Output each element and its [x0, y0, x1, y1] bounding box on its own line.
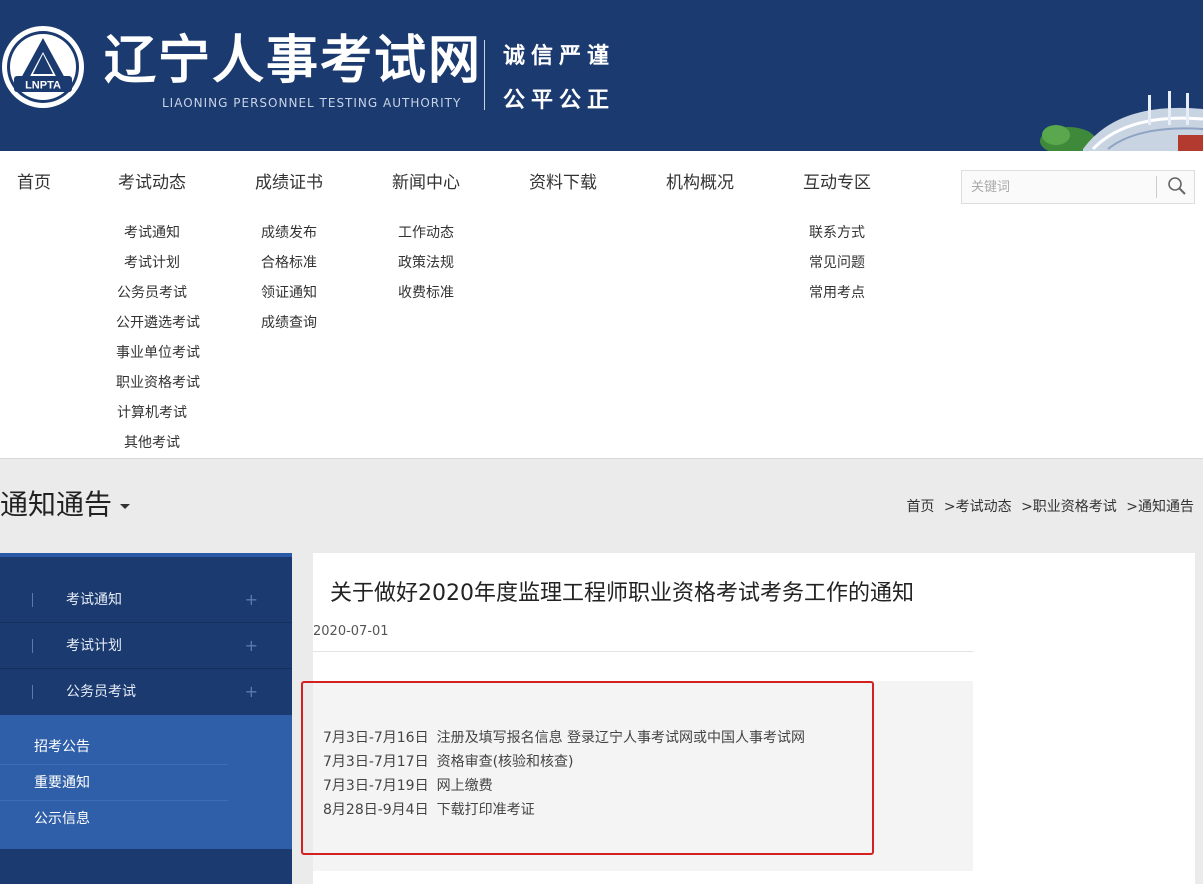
plus-icon[interactable]: +: [245, 623, 258, 669]
schedule-date: 7月3日-7月19日: [323, 778, 429, 794]
schedule-desc: 资格审查(核验和核查): [436, 754, 574, 770]
sidebar-item-civil-servant[interactable]: 公务员考试 +: [0, 669, 292, 715]
stadium-illustration-icon: [1040, 91, 1203, 151]
schedule-date: 8月28日-9月4日: [323, 802, 429, 818]
schedule-date: 7月3日-7月17日: [323, 754, 429, 770]
search-separator: [1156, 176, 1157, 198]
logo-text: LNPTA: [25, 80, 61, 92]
schedule-list: 7月3日-7月16日 注册及填写报名信息 登录辽宁人事考试网或中国人事考试网 7月…: [323, 726, 805, 822]
search-button[interactable]: [1160, 171, 1194, 203]
nav-item-about[interactable]: 机构概况: [664, 151, 736, 215]
plus-icon[interactable]: +: [245, 669, 258, 715]
nav-col-exam-news: 考试动态 考试通知 考试计划 公务员考试 公开遴选考试 事业单位考试 职业资格考…: [116, 151, 200, 458]
slogan-line-1: 诚信严谨: [503, 44, 616, 69]
breadcrumb-exam-news[interactable]: >考试动态: [944, 499, 1012, 515]
sidebar-item-label: 考试计划: [66, 638, 122, 654]
nav-sub-certificate-notice[interactable]: 领证通知: [253, 278, 325, 308]
plus-icon[interactable]: +: [245, 577, 258, 623]
site-title[interactable]: 辽宁人事考试网: [104, 28, 482, 94]
nav-sub-exam-notice[interactable]: 考试通知: [116, 218, 188, 248]
search-icon: [1168, 176, 1186, 195]
nav-item-interaction[interactable]: 互动专区: [801, 151, 873, 215]
schedule-row: 8月28日-9月4日 下载打印准考证: [323, 798, 805, 822]
nav-sub-policies[interactable]: 政策法规: [390, 248, 462, 278]
nav-col-scores: 成绩证书 成绩发布 合格标准 领证通知 成绩查询: [253, 151, 325, 338]
slogan-line-2: 公平公正: [503, 88, 616, 113]
nav-sub-exam-plan[interactable]: 考试计划: [116, 248, 188, 278]
nav-sub-test-sites[interactable]: 常用考点: [801, 278, 873, 308]
sidebar-top-spacer: [0, 557, 292, 577]
schedule-row: 7月3日-7月17日 资格审查(核验和核查): [323, 750, 805, 774]
section-title-text: 通知通告: [0, 488, 113, 521]
nav-sub-fee-standard[interactable]: 收费标准: [390, 278, 462, 308]
sidebar-item-exam-plan[interactable]: 考试计划 +: [0, 623, 292, 669]
sidebar-item-label: 考试通知: [66, 592, 122, 608]
sidebar-sub-recruitment-notice[interactable]: 招考公告: [0, 729, 228, 765]
sidebar-submenu: 招考公告 重要通知 公示信息: [0, 715, 292, 849]
schedule-desc: 下载打印准考证: [436, 802, 535, 818]
schedule-row: 7月3日-7月19日 网上缴费: [323, 774, 805, 798]
search-box: [961, 170, 1195, 204]
nav-col-downloads: 资料下载: [527, 151, 599, 215]
nav-sub-work-updates[interactable]: 工作动态: [390, 218, 462, 248]
nav-sub-faq[interactable]: 常见问题: [801, 248, 873, 278]
nav-col-interaction: 互动专区 联系方式 常见问题 常用考点: [801, 151, 873, 308]
nav-sub-contact[interactable]: 联系方式: [801, 218, 873, 248]
article-divider: [313, 651, 973, 652]
article-body: 7月3日-7月16日 注册及填写报名信息 登录辽宁人事考试网或中国人事考试网 7月…: [313, 681, 973, 871]
sidebar-item-marker: [32, 593, 33, 607]
nav-item-home[interactable]: 首页: [17, 151, 51, 215]
sidebar-sub-important-notice[interactable]: 重要通知: [0, 765, 228, 801]
schedule-desc: 注册及填写报名信息 登录辽宁人事考试网或中国人事考试网: [436, 730, 806, 746]
header-divider: [484, 40, 485, 110]
nav-col-home: 首页: [17, 151, 51, 215]
breadcrumb-notices[interactable]: >通知通告: [1126, 499, 1194, 515]
nav-sub-public-institution[interactable]: 事业单位考试: [116, 338, 200, 368]
lnpta-logo-icon[interactable]: LNPTA: [0, 24, 86, 110]
schedule-desc: 网上缴费: [436, 778, 493, 794]
article-panel: 关于做好2020年度监理工程师职业资格考试考务工作的通知 2020-07-01 …: [313, 553, 1195, 884]
nav-sub-civil-servant[interactable]: 公务员考试: [116, 278, 188, 308]
sidebar: 考试通知 + 考试计划 + 公务员考试 + 招考公告 重要通知 公示信息: [0, 553, 292, 884]
search-input[interactable]: [962, 171, 1158, 203]
sidebar-item-exam-notice[interactable]: 考试通知 +: [0, 577, 292, 623]
sidebar-sub-public-info[interactable]: 公示信息: [0, 801, 228, 837]
sidebar-item-marker: [32, 685, 33, 699]
nav-sub-other-exam[interactable]: 其他考试: [116, 428, 188, 458]
site-subtitle: LIAONING PERSONNEL TESTING AUTHORITY: [162, 96, 462, 110]
nav-sub-pass-standard[interactable]: 合格标准: [253, 248, 325, 278]
schedule-row: 7月3日-7月16日 注册及填写报名信息 登录辽宁人事考试网或中国人事考试网: [323, 726, 805, 750]
sidebar-item-label: 公务员考试: [66, 684, 136, 700]
nav-sub-score-query[interactable]: 成绩查询: [253, 308, 325, 338]
section-title[interactable]: 通知通告: [0, 485, 131, 525]
sidebar-item-marker: [32, 639, 33, 653]
article-date: 2020-07-01: [313, 624, 389, 639]
schedule-date: 7月3日-7月16日: [323, 730, 429, 746]
nav-col-news: 新闻中心 工作动态 政策法规 收费标准: [390, 151, 462, 308]
nav-item-scores[interactable]: 成绩证书: [253, 151, 325, 215]
nav-sub-score-release[interactable]: 成绩发布: [253, 218, 325, 248]
breadcrumb: 首页 >考试动态 >职业资格考试 >通知通告: [906, 496, 1194, 516]
breadcrumb-home[interactable]: 首页: [906, 499, 934, 515]
breadcrumb-professional-qualification[interactable]: >职业资格考试: [1021, 499, 1117, 515]
nav-item-downloads[interactable]: 资料下载: [527, 151, 599, 215]
nav-sub-professional-qualification[interactable]: 职业资格考试: [116, 368, 200, 398]
article-title: 关于做好2020年度监理工程师职业资格考试考务工作的通知: [330, 581, 914, 606]
nav-sub-computer-exam[interactable]: 计算机考试: [116, 398, 188, 428]
main-nav: 首页 考试动态 考试通知 考试计划 公务员考试 公开遴选考试 事业单位考试 职业…: [0, 151, 1203, 459]
site-header: LNPTA 辽宁人事考试网 LIAONING PERSONNEL TESTING…: [0, 0, 1203, 151]
nav-item-exam-news[interactable]: 考试动态: [116, 151, 188, 215]
caret-down-icon: [120, 504, 131, 509]
nav-col-about: 机构概况: [664, 151, 736, 215]
nav-item-news[interactable]: 新闻中心: [390, 151, 462, 215]
nav-sub-open-selection[interactable]: 公开遴选考试: [116, 308, 200, 338]
